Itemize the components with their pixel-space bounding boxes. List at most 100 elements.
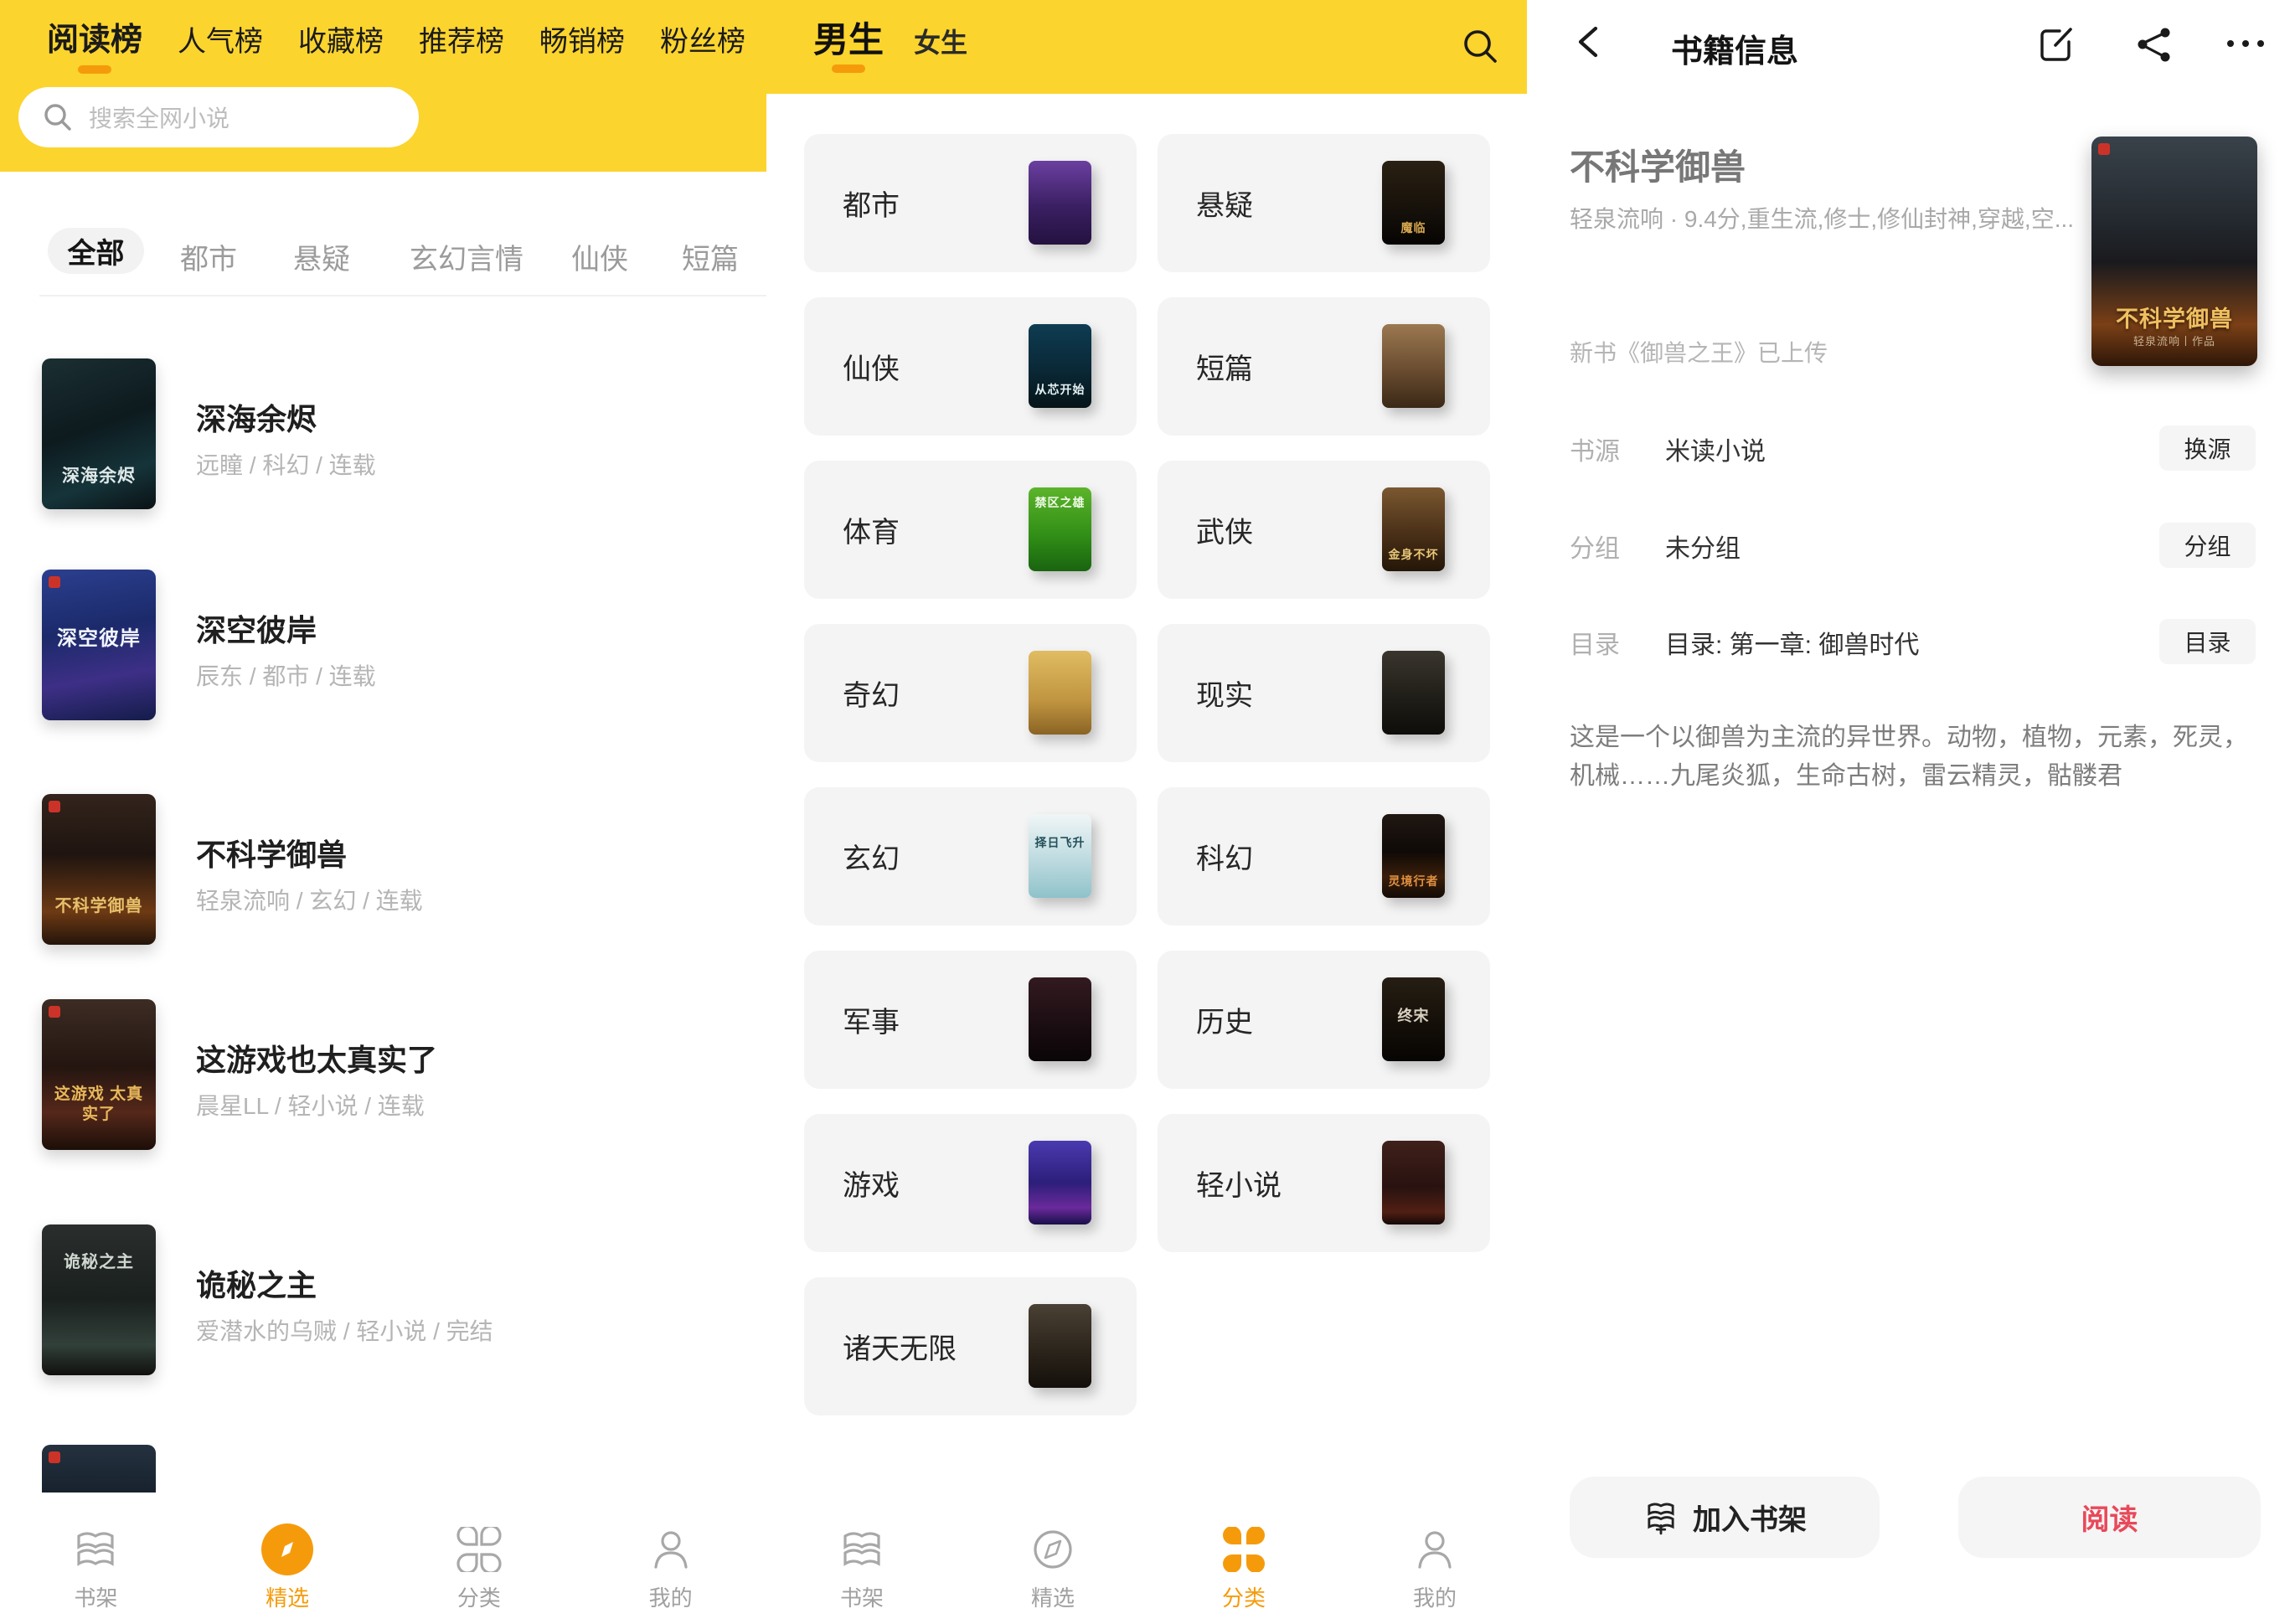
category-cover — [1029, 1304, 1091, 1388]
category-label: 玄幻 — [843, 787, 900, 925]
book-cover[interactable]: 不科学御兽 轻泉流响丨作品 — [2091, 137, 2257, 366]
ranking-header: 阅读榜 人气榜 收藏榜 推荐榜 畅销榜 粉丝榜 搜索全网小说 — [0, 0, 766, 172]
category-card-military[interactable]: 军事 — [804, 951, 1137, 1089]
tab-recommend-rank[interactable]: 推荐榜 — [419, 18, 504, 59]
book-cover[interactable]: 诡秘之主 — [42, 1224, 156, 1375]
publisher-logo — [49, 576, 60, 588]
bookshelf-icon — [835, 1523, 889, 1576]
nav-label: 书架 — [840, 1581, 884, 1612]
book-title[interactable]: 诡秘之主 — [196, 1261, 317, 1305]
cover-title-text: 从芯开始 — [1029, 381, 1091, 398]
tab-collection-rank[interactable]: 收藏榜 — [298, 18, 384, 59]
ranking-tabs: 阅读榜 人气榜 收藏榜 推荐榜 畅销榜 粉丝榜 — [47, 13, 745, 59]
filter-chip-short[interactable]: 短篇 — [682, 236, 739, 277]
category-card-wuxia[interactable]: 武侠 金身不坏 — [1158, 461, 1490, 599]
filter-chip-fantasy-romance[interactable]: 玄幻言情 — [410, 236, 523, 277]
category-label: 轻小说 — [1196, 1114, 1282, 1252]
category-cover — [1029, 651, 1091, 735]
category-card-lightnovel[interactable]: 轻小说 — [1158, 1114, 1490, 1252]
category-header: 男生 女生 — [766, 0, 1527, 94]
panel-ranking: 阅读榜 人气榜 收藏榜 推荐榜 畅销榜 粉丝榜 搜索全网小说 全部 都市 悬疑 … — [0, 0, 767, 1624]
category-card-xianxia[interactable]: 仙侠 从芯开始 — [804, 297, 1137, 436]
back-icon[interactable] — [1570, 22, 1611, 62]
book-title[interactable]: 深空彼岸 — [196, 606, 317, 650]
nav-category-active[interactable]: 分类 — [1148, 1508, 1339, 1624]
cover-title-text: 灵境行者 — [1382, 873, 1445, 889]
row-label-group: 分组 — [1570, 528, 1620, 565]
book-title[interactable]: 不科学御兽 — [196, 831, 347, 874]
category-card-game[interactable]: 游戏 — [804, 1114, 1137, 1252]
compass-icon — [261, 1523, 313, 1575]
row-label-catalog: 目录 — [1570, 624, 1620, 661]
nav-featured-active[interactable]: 精选 — [192, 1508, 384, 1624]
tab-female[interactable]: 女生 — [914, 22, 967, 60]
filter-chip-urban[interactable]: 都市 — [180, 236, 237, 277]
category-label: 短篇 — [1196, 297, 1253, 436]
category-card-short[interactable]: 短篇 — [1158, 297, 1490, 436]
nav-bookshelf[interactable]: 书架 — [766, 1508, 957, 1624]
category-card-scifi[interactable]: 科幻 灵境行者 — [1158, 787, 1490, 925]
add-bookshelf-icon — [1643, 1499, 1679, 1536]
cover-title-text: 不科学御兽 — [2091, 301, 2257, 333]
row-value-group: 未分组 — [1665, 528, 1741, 565]
row-value-catalog: 目录: 第一章: 御兽时代 — [1665, 624, 1919, 661]
category-card-urban[interactable]: 都市 — [804, 134, 1137, 272]
category-card-suspense[interactable]: 悬疑 魔临 — [1158, 134, 1490, 272]
filter-chip-xianxia[interactable]: 仙侠 — [571, 236, 628, 277]
category-cover — [1029, 161, 1091, 245]
nav-label: 分类 — [457, 1581, 501, 1612]
category-card-fantasy[interactable]: 奇幻 — [804, 624, 1137, 762]
tab-reading-rank[interactable]: 阅读榜 — [47, 13, 142, 59]
read-button[interactable]: 阅读 — [1958, 1477, 2261, 1558]
category-card-xuanhuan[interactable]: 玄幻 择日飞升 — [804, 787, 1137, 925]
tab-popularity-rank[interactable]: 人气榜 — [178, 18, 263, 59]
cover-title-text: 魔临 — [1382, 219, 1445, 236]
group-button[interactable]: 分组 — [2159, 523, 2256, 568]
filter-chip-all[interactable]: 全部 — [48, 228, 144, 274]
book-cover[interactable]: 深空彼岸 — [42, 570, 156, 720]
tab-bestseller-rank[interactable]: 畅销榜 — [539, 18, 625, 59]
cover-title-text: 深海余烬 — [42, 462, 156, 487]
book-cover[interactable]: 这游戏 太真实了 — [42, 999, 156, 1150]
category-card-reality[interactable]: 现实 — [1158, 624, 1490, 762]
cover-title-text: 深空彼岸 — [42, 621, 156, 651]
book-title[interactable]: 深海余烬 — [196, 395, 317, 439]
book-title[interactable]: 这游戏也太真实了 — [196, 1036, 437, 1080]
category-card-history[interactable]: 历史 终宋 — [1158, 951, 1490, 1089]
search-icon[interactable] — [1461, 27, 1501, 67]
book-subtitle: 轻泉流响 · 9.4分,重生流,修士,修仙封神,穿越,空... — [1570, 201, 2072, 235]
nav-bookshelf[interactable]: 书架 — [0, 1508, 192, 1624]
share-icon[interactable] — [2135, 25, 2174, 64]
cover-title-text: 禁区之雄 — [1029, 494, 1091, 511]
book-cover[interactable]: 深海余烬 — [42, 358, 156, 509]
nav-featured[interactable]: 精选 — [957, 1508, 1148, 1624]
book-cover[interactable]: 不科学御兽 — [42, 794, 156, 945]
book-meta: 轻泉流响 / 玄幻 / 连载 — [196, 883, 423, 916]
publisher-logo — [49, 1006, 60, 1018]
category-card-sports[interactable]: 体育 禁区之雄 — [804, 461, 1137, 599]
person-icon — [644, 1523, 698, 1576]
publisher-logo — [49, 801, 60, 812]
change-source-button[interactable]: 换源 — [2159, 425, 2256, 471]
tab-male[interactable]: 男生 — [813, 12, 884, 63]
nav-category[interactable]: 分类 — [384, 1508, 575, 1624]
nav-mine[interactable]: 我的 — [1339, 1508, 1530, 1624]
more-icon[interactable] — [2224, 35, 2267, 52]
nav-label: 我的 — [1413, 1581, 1457, 1612]
category-label: 军事 — [843, 951, 900, 1089]
category-card-infinite[interactable]: 诸天无限 — [804, 1277, 1137, 1415]
nav-mine[interactable]: 我的 — [575, 1508, 766, 1624]
search-bar[interactable]: 搜索全网小说 — [18, 87, 419, 147]
add-to-shelf-button[interactable]: 加入书架 — [1570, 1477, 1880, 1558]
category-cover: 从芯开始 — [1029, 324, 1091, 408]
filter-chip-suspense[interactable]: 悬疑 — [293, 236, 350, 277]
edit-icon[interactable] — [2037, 25, 2076, 64]
bookshelf-icon — [69, 1523, 122, 1576]
catalog-button[interactable]: 目录 — [2159, 619, 2256, 664]
book-cover-partial[interactable] — [42, 1445, 156, 1493]
tab-fans-rank[interactable]: 粉丝榜 — [660, 18, 745, 59]
active-tab-underline — [832, 64, 865, 73]
compass-icon — [1026, 1523, 1080, 1576]
publisher-logo — [49, 1451, 60, 1463]
cover-title-text: 诡秘之主 — [42, 1248, 156, 1272]
